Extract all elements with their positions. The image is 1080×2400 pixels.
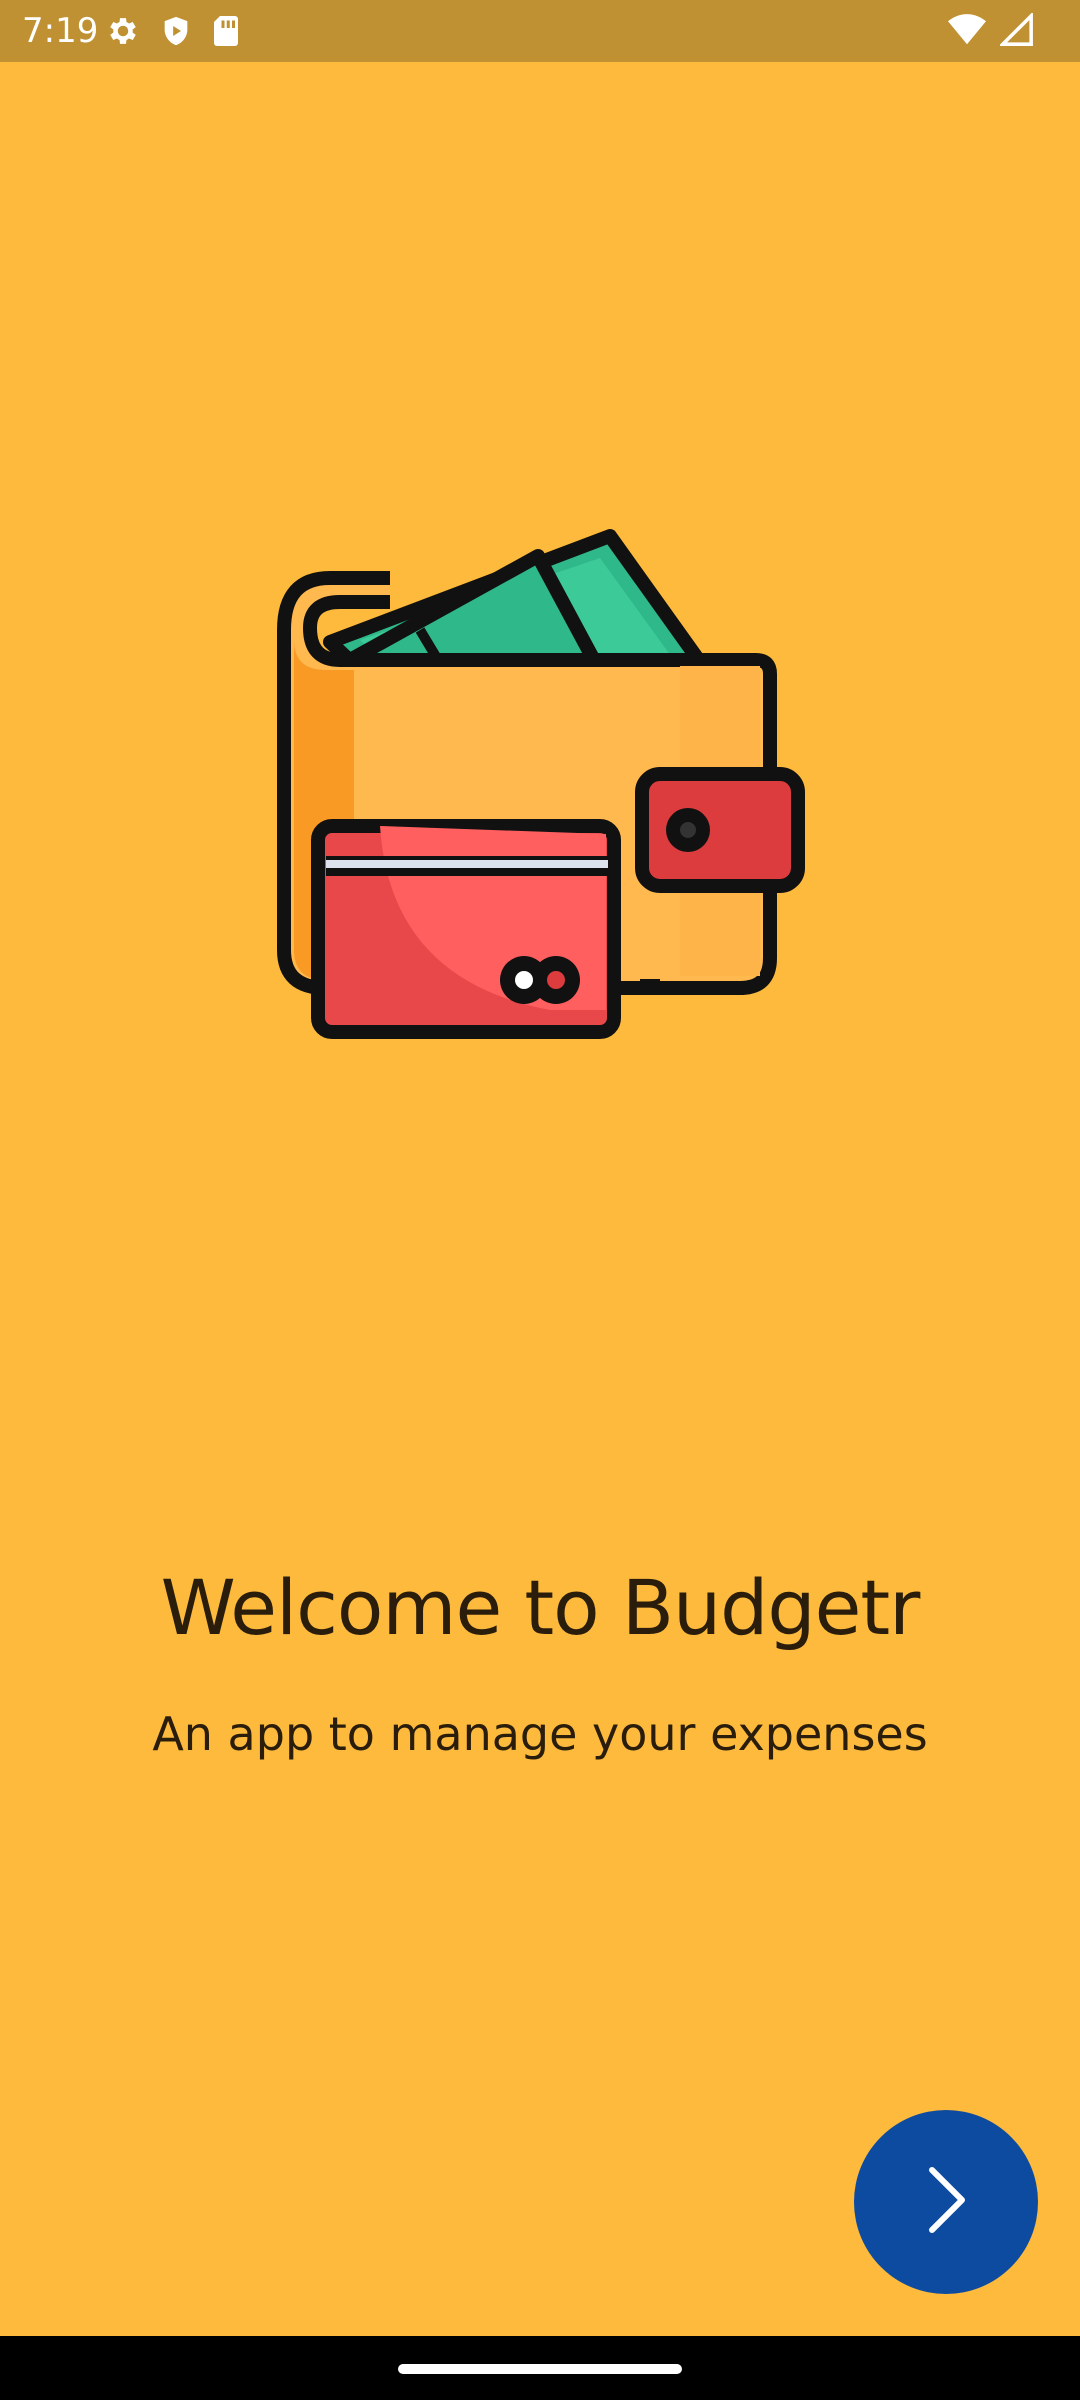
wallet-clasp <box>635 767 805 893</box>
onboarding-screen: 7:19 Welcome to Budgetr An app to manage… <box>0 0 1080 2400</box>
shield-play-icon <box>159 13 193 49</box>
signal-icon <box>1000 13 1034 47</box>
status-bar: 7:19 <box>0 0 1080 62</box>
status-icons-left <box>105 13 241 49</box>
home-indicator[interactable] <box>398 2364 682 2374</box>
wifi-icon <box>948 13 986 47</box>
chevron-right-icon <box>916 2160 976 2244</box>
next-button[interactable] <box>854 2110 1038 2294</box>
credit-card <box>311 819 621 1039</box>
status-time: 7:19 <box>22 11 99 51</box>
settings-icon <box>105 13 141 49</box>
status-icons-right <box>948 13 1034 47</box>
welcome-title: Welcome to Budgetr <box>160 1563 921 1652</box>
sd-card-icon <box>211 13 241 49</box>
navigation-bar <box>0 2336 1080 2400</box>
welcome-subtitle: An app to manage your expenses <box>152 1707 928 1761</box>
wallet-illustration <box>270 510 810 1050</box>
